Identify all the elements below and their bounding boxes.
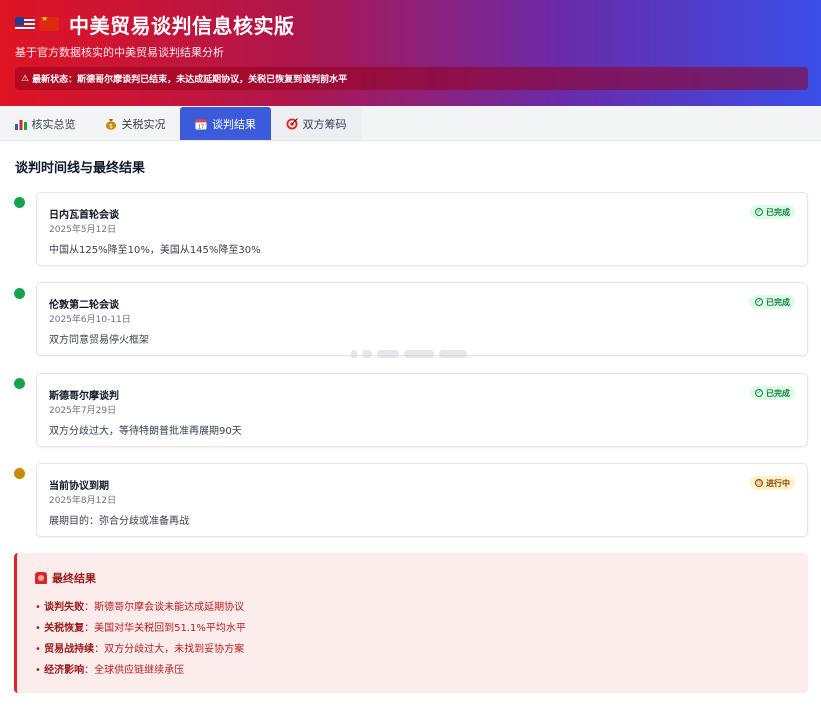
result-item-text: 双方分歧过大，未找到妥协方案	[104, 644, 245, 655]
event-description: 展期目的：弥合分歧或准备再战	[49, 516, 189, 527]
result-item-label: 关税恢复	[44, 623, 85, 634]
clock-icon: ◷	[755, 479, 763, 487]
result-item: • 关税恢复：美国对华关税回到51.1%平均水平	[35, 623, 246, 634]
tab-leverage-label: 双方筹码	[302, 117, 347, 131]
tab-results-label: 谈判结果	[212, 117, 256, 131]
event-date: 2025年7月29日	[49, 406, 117, 416]
loader-bar	[377, 350, 399, 358]
event-title: 伦敦第二轮会谈	[49, 300, 119, 311]
result-title: 最终结果	[35, 570, 96, 586]
result-item: • 谈判失败：斯德哥尔摩会谈未能达成延期协议	[35, 602, 245, 613]
result-item-label: 经济影响	[44, 665, 85, 676]
status-badge-label: 已完成	[766, 207, 790, 217]
check-circle-icon: ✓	[755, 298, 763, 306]
timeline-dot-progress	[14, 468, 25, 479]
event-title: 日内瓦首轮会谈	[49, 210, 119, 221]
loader-bar	[404, 350, 434, 358]
loader-bar	[439, 350, 467, 358]
status-badge: ✓ 已完成	[750, 386, 795, 400]
money-bag-icon: $	[105, 117, 118, 130]
siren-icon	[35, 572, 47, 584]
status-badge-label: 已完成	[766, 297, 790, 307]
status-badge: ✓ 已完成	[750, 295, 795, 309]
status-badge-label: 进行中	[766, 478, 790, 488]
tab-tariff[interactable]: $ 关税实况	[90, 107, 180, 140]
result-item-text: 美国对华关税回到51.1%平均水平	[94, 623, 246, 634]
status-badge: ◷ 进行中	[750, 476, 795, 490]
final-result-box: 最终结果 • 谈判失败：斯德哥尔摩会谈未能达成延期协议 • 关税恢复：美国对华关…	[14, 553, 808, 693]
result-title-text: 最终结果	[52, 572, 96, 585]
svg-text:17: 17	[198, 125, 204, 131]
timeline-card: 日内瓦首轮会谈 2025年5月12日 中国从125%降至10%，美国从145%降…	[36, 192, 808, 266]
loader-bar	[351, 350, 357, 358]
event-title: 斯德哥尔摩谈判	[49, 391, 119, 402]
tab-results[interactable]: 17 谈判结果	[180, 107, 271, 140]
timeline-card: 斯德哥尔摩谈判 2025年7月29日 双方分歧过大，等待特朗普批准再展期90天 …	[36, 373, 808, 447]
event-date: 2025年5月12日	[49, 225, 117, 235]
cn-flag-icon	[39, 17, 59, 31]
svg-text:$: $	[109, 123, 113, 130]
title-row: 中美贸易谈判信息核实版	[15, 10, 295, 38]
tab-overview-label: 核实总览	[31, 117, 76, 131]
result-item: • 经济影响：全球供应链继续承压	[35, 665, 185, 676]
tab-bar: 核实总览 $ 关税实况 17 谈判结果 双方筹码	[0, 106, 821, 141]
check-circle-icon: ✓	[755, 208, 763, 216]
tab-leverage[interactable]: 双方筹码	[271, 107, 361, 140]
calendar-icon: 17	[195, 117, 208, 130]
event-date: 2025年8月12日	[49, 496, 117, 506]
result-item: • 贸易战持续：双方分歧过大，未找到妥协方案	[35, 644, 245, 655]
page-header: 中美贸易谈判信息核实版 基于官方数据核实的中美贸易谈判结果分析 ⚠ 最新状态：斯…	[0, 0, 821, 106]
timeline-dot-done	[14, 288, 25, 299]
status-badge: ✓ 已完成	[750, 205, 795, 219]
page-title: 中美贸易谈判信息核实版	[69, 13, 295, 38]
us-flag-icon	[15, 17, 35, 31]
event-title: 当前协议到期	[49, 481, 109, 492]
status-alert-text: 最新状态：斯德哥尔摩谈判已结束，未达成延期协议，关税已恢复到谈判前水平	[32, 75, 348, 85]
result-item-label: 贸易战持续	[44, 644, 95, 655]
event-description: 双方分歧过大，等待特朗普批准再展期90天	[49, 426, 242, 437]
timeline-dot-done	[14, 378, 25, 389]
status-badge-label: 已完成	[766, 388, 790, 398]
result-item-text: 斯德哥尔摩会谈未能达成延期协议	[94, 602, 245, 613]
page-subtitle: 基于官方数据核实的中美贸易谈判结果分析	[15, 46, 224, 59]
section-title: 谈判时间线与最终结果	[15, 161, 146, 176]
loading-indicator	[351, 343, 469, 365]
warning-icon: ⚠	[21, 73, 30, 84]
event-date: 2025年6月10-11日	[49, 315, 131, 325]
tab-tariff-label: 关税实况	[121, 117, 166, 131]
timeline-card: 当前协议到期 2025年8月12日 展期目的：弥合分歧或准备再战 ◷ 进行中	[36, 463, 808, 537]
target-icon	[286, 117, 299, 130]
loader-bar	[362, 350, 372, 358]
status-alert: ⚠ 最新状态：斯德哥尔摩谈判已结束，未达成延期协议，关税已恢复到谈判前水平	[15, 67, 808, 90]
result-item-text: 全球供应链继续承压	[94, 665, 185, 676]
bar-chart-icon	[14, 117, 28, 130]
event-description: 中国从125%降至10%，美国从145%降至30%	[49, 245, 261, 256]
tab-overview[interactable]: 核实总览	[0, 107, 90, 140]
check-circle-icon: ✓	[755, 389, 763, 397]
timeline-dot-done	[14, 197, 25, 208]
event-description: 双方同意贸易停火框架	[49, 335, 149, 346]
result-item-label: 谈判失败	[44, 602, 85, 613]
